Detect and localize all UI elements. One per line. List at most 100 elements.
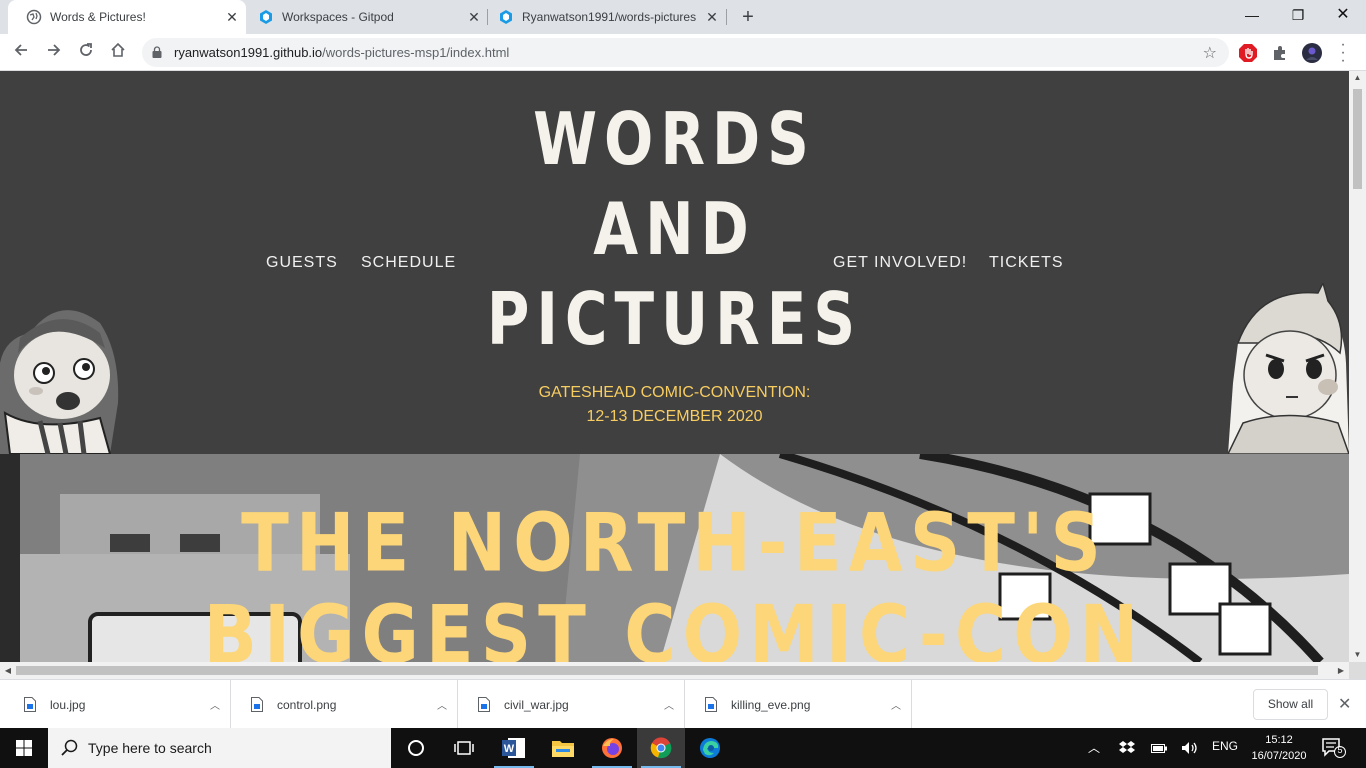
reload-button[interactable] — [73, 40, 99, 66]
chrome-app-button[interactable] — [637, 728, 685, 768]
task-view-button[interactable] — [440, 728, 488, 768]
back-button[interactable] — [8, 40, 34, 66]
cortana-button[interactable] — [392, 728, 440, 768]
chevron-up-icon[interactable]: ︿ — [200, 697, 230, 712]
browser-toolbar: ryanwatson1991.github.io/words-pictures-… — [0, 34, 1366, 71]
scroll-right-icon[interactable]: ▶ — [1333, 662, 1349, 679]
profile-avatar[interactable] — [1302, 43, 1322, 63]
horizontal-scrollbar[interactable]: ◀ ▶ — [0, 662, 1349, 679]
downloads-bar: lou.jpg ︿ control.png ︿ civil_war.jpg ︿ … — [0, 679, 1366, 729]
minimize-button[interactable]: — — [1229, 0, 1275, 30]
arrow-right-icon — [48, 44, 61, 56]
start-button[interactable] — [0, 728, 48, 768]
file-icon — [478, 697, 490, 712]
home-button[interactable] — [105, 40, 131, 66]
windows-logo-icon — [16, 740, 32, 756]
url-path: /words-pictures-msp1/index.html — [322, 45, 510, 60]
scroll-down-icon[interactable]: ▼ — [1349, 648, 1366, 662]
download-filename: lou.jpg — [50, 697, 86, 712]
cortana-icon — [408, 740, 424, 756]
adblock-extension-icon[interactable] — [1238, 43, 1258, 63]
horizontal-scroll-thumb[interactable] — [16, 666, 1318, 675]
gitpod-icon — [260, 10, 272, 24]
action-center-button[interactable]: 5 — [1322, 738, 1346, 758]
download-item[interactable]: killing_eve.png ︿ — [685, 680, 912, 729]
taskbar-search[interactable]: Type here to search — [48, 728, 391, 768]
file-icon — [24, 697, 36, 712]
download-item[interactable]: lou.jpg ︿ — [4, 680, 231, 729]
tagline-line-2: 12-13 DECEMBER 2020 — [586, 408, 763, 425]
extensions-puzzle-icon[interactable] — [1270, 43, 1290, 63]
site-header: WORDS AND PICTURES GUESTS SCHEDULE GET I… — [0, 71, 1349, 454]
home-icon — [111, 42, 125, 57]
search-placeholder: Type here to search — [88, 740, 212, 756]
bookmark-star-icon[interactable]: ☆ — [1203, 43, 1217, 63]
tab-separator — [726, 9, 727, 25]
battery-icon[interactable] — [1151, 742, 1167, 754]
close-tab-icon[interactable]: ✕ — [702, 9, 722, 26]
hero-title-line-2: BIGGEST COMIC-CON — [203, 587, 1146, 662]
tab-gitpod[interactable]: Workspaces - Gitpod ✕ — [240, 0, 488, 34]
tab-title: Workspaces - Gitpod — [282, 10, 394, 24]
address-bar[interactable]: ryanwatson1991.github.io/words-pictures-… — [142, 38, 1229, 67]
close-downloads-icon[interactable]: ✕ — [1338, 694, 1351, 714]
tab-github-repo[interactable]: Ryanwatson1991/words-pictures ✕ — [480, 0, 726, 34]
show-all-button[interactable]: Show all — [1253, 689, 1328, 720]
url-host: ryanwatson1991.github.io — [174, 45, 323, 60]
tagline-line-1: GATESHEAD COMIC-CONVENTION: — [538, 384, 811, 401]
svg-text:W: W — [504, 743, 515, 755]
download-item[interactable]: civil_war.jpg ︿ — [458, 680, 685, 729]
tray-overflow-chevron-icon[interactable]: ︿ — [1088, 739, 1100, 756]
windows-taskbar: Type here to search W ︿ ENG 15:12 16/07/… — [0, 728, 1366, 768]
chevron-up-icon[interactable]: ︿ — [427, 697, 457, 712]
chrome-icon — [650, 737, 672, 759]
close-tab-icon[interactable]: ✕ — [222, 9, 242, 26]
download-filename: killing_eve.png — [731, 697, 811, 712]
close-window-button[interactable]: ✕ — [1320, 0, 1366, 30]
search-icon — [61, 739, 78, 756]
download-filename: civil_war.jpg — [504, 697, 569, 712]
task-view-icon — [454, 741, 474, 755]
gitpod-icon — [500, 10, 512, 24]
new-tab-button[interactable]: + — [737, 5, 759, 29]
tab-title: Words & Pictures! — [50, 10, 146, 24]
edge-app-button[interactable] — [686, 728, 734, 768]
scroll-left-icon[interactable]: ◀ — [0, 662, 16, 679]
scroll-up-icon[interactable]: ▲ — [1349, 71, 1366, 85]
reload-icon — [80, 43, 92, 56]
word-app-button[interactable]: W — [490, 728, 538, 768]
tab-words-pictures[interactable]: Words & Pictures! ✕ — [8, 0, 246, 34]
input-language[interactable]: ENG — [1212, 739, 1238, 753]
word-icon: W — [502, 738, 525, 758]
system-clock[interactable]: 15:12 16/07/2020 — [1246, 732, 1312, 764]
logo-line-1[interactable]: WORDS — [0, 97, 1349, 182]
scrollbar-corner — [1349, 662, 1366, 679]
file-icon — [251, 697, 263, 712]
tab-strip: Words & Pictures! ✕ Workspaces - Gitpod … — [0, 0, 1366, 34]
vertical-scrollbar[interactable]: ▲ ▼ — [1349, 71, 1366, 662]
nav-guests[interactable]: GUESTS — [266, 254, 338, 272]
clock-date: 16/07/2020 — [1251, 750, 1307, 762]
browser-menu-button[interactable]: · · · — [1338, 37, 1348, 69]
download-item[interactable]: control.png ︿ — [231, 680, 458, 729]
nav-tickets[interactable]: TICKETS — [989, 254, 1064, 272]
restore-button[interactable]: ❐ — [1275, 0, 1321, 30]
file-explorer-button[interactable] — [539, 728, 587, 768]
chevron-up-icon[interactable]: ︿ — [881, 697, 911, 712]
download-filename: control.png — [277, 697, 337, 712]
logo-line-3[interactable]: PICTURES — [0, 277, 1349, 362]
chevron-up-icon[interactable]: ︿ — [654, 697, 684, 712]
vertical-scroll-thumb[interactable] — [1353, 89, 1362, 189]
forward-button[interactable] — [41, 40, 67, 66]
nav-schedule[interactable]: SCHEDULE — [361, 254, 456, 272]
firefox-app-button[interactable] — [588, 728, 636, 768]
hero-banner: THE NORTH-EAST'S BIGGEST COMIC-CON — [0, 454, 1349, 662]
url-text[interactable]: ryanwatson1991.github.io/words-pictures-… — [174, 45, 509, 60]
globe-icon — [26, 9, 42, 25]
lock-icon[interactable] — [152, 46, 162, 58]
hero-title-line-1: THE NORTH-EAST'S — [241, 495, 1108, 591]
dropbox-icon[interactable] — [1119, 741, 1135, 755]
nav-get-involved[interactable]: GET INVOLVED! — [833, 254, 967, 272]
volume-icon[interactable] — [1181, 741, 1199, 755]
logo-line-2[interactable]: AND — [0, 187, 1349, 272]
